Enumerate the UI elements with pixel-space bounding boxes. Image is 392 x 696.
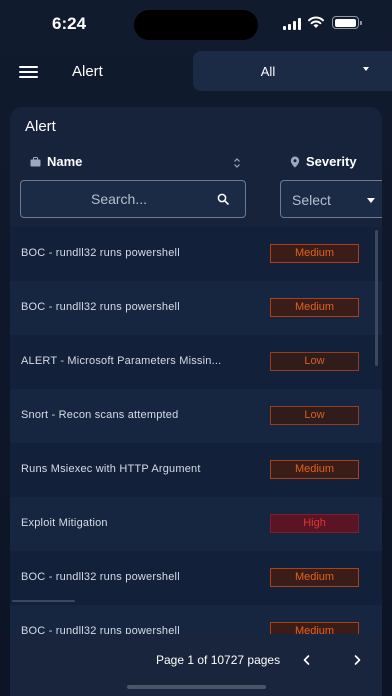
table-row[interactable]: Runs Msiexec with HTTP Argument Medium <box>10 443 382 497</box>
wifi-icon <box>308 16 324 28</box>
page-info: Page 1 of 10727 pages <box>156 653 281 667</box>
severity-select[interactable]: Select <box>280 180 382 218</box>
alert-name: Exploit Mitigation <box>21 517 108 529</box>
sort-arrows-icon[interactable] <box>233 157 241 169</box>
alert-filter-dropdown[interactable]: All <box>193 51 392 91</box>
dynamic-island <box>134 10 258 40</box>
table-row[interactable]: BOC - rundll32 runs powershell Medium <box>10 551 382 605</box>
header-title: Alert <box>72 63 103 80</box>
caret-down-icon <box>363 67 369 71</box>
battery-icon <box>332 16 362 29</box>
severity-badge: Medium <box>270 568 359 587</box>
search-box <box>20 180 246 218</box>
alert-name: Runs Msiexec with HTTP Argument <box>21 463 201 475</box>
table-row[interactable]: Exploit Mitigation High <box>10 497 382 551</box>
table-row[interactable]: Snort - Recon scans attempted Low <box>10 389 382 443</box>
hamburger-menu-icon[interactable] <box>19 66 39 78</box>
caret-down-icon <box>367 198 375 203</box>
chevron-right-icon[interactable] <box>352 654 362 666</box>
search-icon[interactable] <box>217 193 229 205</box>
column-name-label: Name <box>47 154 83 169</box>
card-title: Alert <box>25 118 56 135</box>
home-indicator <box>127 685 266 689</box>
severity-badge: Low <box>270 352 359 371</box>
column-header-severity: Severity <box>290 154 357 169</box>
alert-name: ALERT - Microsoft Parameters Missin... <box>21 355 222 367</box>
cellular-signal-icon <box>283 18 301 30</box>
table-row[interactable]: BOC - rundll32 runs powershell Medium <box>10 281 382 335</box>
table-row[interactable]: BOC - rundll32 runs powershell Medium <box>10 227 382 281</box>
table-row[interactable]: ALERT - Microsoft Parameters Missin... L… <box>10 335 382 389</box>
location-pin-icon <box>290 156 300 167</box>
alert-name: Snort - Recon scans attempted <box>21 409 179 421</box>
alert-name: BOC - rundll32 runs powershell <box>21 247 180 259</box>
chevron-left-icon[interactable] <box>302 654 312 666</box>
column-header-name: Name <box>30 154 82 169</box>
alert-name: BOC - rundll32 runs powershell <box>21 301 180 313</box>
briefcase-icon <box>30 156 41 166</box>
severity-select-label: Select <box>292 192 331 208</box>
horizontal-scrollbar[interactable] <box>12 600 75 602</box>
severity-badge: Medium <box>270 244 359 263</box>
status-time: 6:24 <box>52 14 87 33</box>
status-bar: 6:24 <box>0 0 392 48</box>
vertical-scrollbar[interactable] <box>375 230 378 366</box>
severity-badge: Low <box>270 406 359 425</box>
alert-card: Alert Name Severity Search... Select BOC… <box>10 107 382 696</box>
filter-selected-value: All <box>260 64 276 79</box>
severity-badge: Medium <box>270 298 359 317</box>
alert-name: BOC - rundll32 runs powershell <box>21 571 180 583</box>
column-severity-label: Severity <box>306 154 357 169</box>
severity-badge: Medium <box>270 460 359 479</box>
severity-badge: High <box>270 514 359 533</box>
alert-screen: 6:24 Alert All Alert Name Severity Searc… <box>0 0 392 696</box>
search-input[interactable] <box>29 181 209 217</box>
